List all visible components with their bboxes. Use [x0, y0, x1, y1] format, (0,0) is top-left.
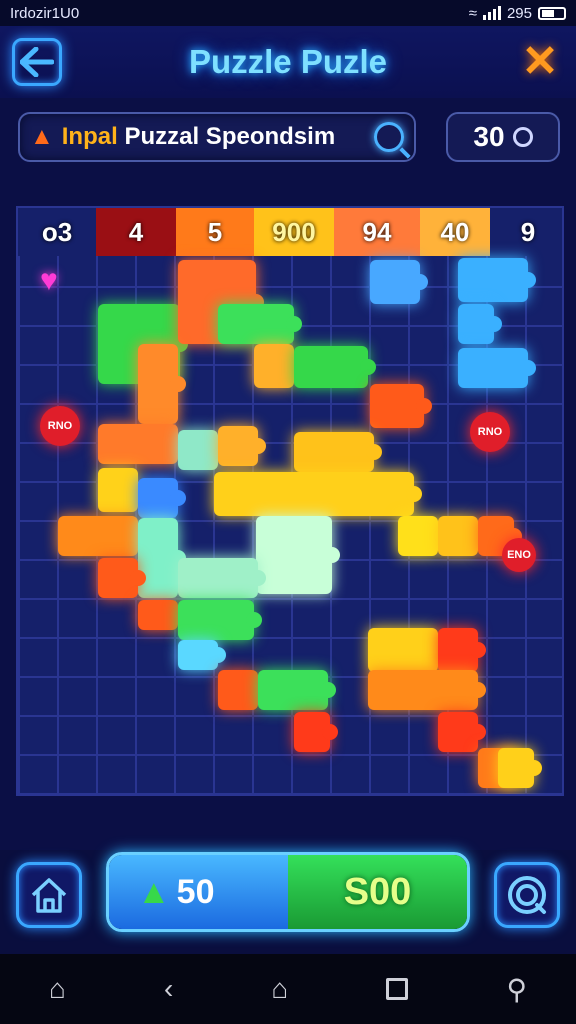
puzzle-piece[interactable]: [218, 304, 302, 344]
puzzle-piece[interactable]: [138, 600, 186, 630]
status-right-text: 295: [506, 4, 532, 22]
nav-home-icon[interactable]: ⌂: [49, 973, 66, 1005]
puzzle-piece[interactable]: [398, 516, 446, 556]
puzzle-piece[interactable]: [178, 558, 266, 598]
page-title: Puzzle Puzle: [188, 43, 388, 80]
puzzle-piece[interactable]: [498, 748, 542, 788]
puzzle-piece[interactable]: [58, 516, 146, 556]
home-button[interactable]: [16, 862, 82, 928]
header-cell-label: 900: [272, 216, 316, 247]
puzzle-piece[interactable]: [458, 348, 536, 388]
search-icon: [512, 127, 533, 147]
back-button[interactable]: [12, 38, 62, 86]
puzzle-piece[interactable]: [218, 670, 266, 710]
score-value: 30: [473, 121, 505, 152]
progress-right: S00: [288, 855, 467, 929]
status-icons: ≈ 295: [469, 5, 566, 22]
search-icon[interactable]: [374, 122, 404, 152]
puzzle-piece[interactable]: [214, 472, 422, 516]
splat-label: RNO: [477, 426, 503, 438]
nav-search-icon[interactable]: ⚲: [506, 973, 527, 1006]
splat-marker: ENO: [502, 538, 536, 572]
puzzle-piece[interactable]: [294, 432, 382, 472]
progress-bar: ▲ 50 S00: [106, 852, 470, 932]
signal-icon: [482, 6, 501, 20]
header-cell: 900: [254, 208, 334, 256]
search-text-prefix: Inpal: [61, 123, 118, 150]
progress-left: ▲ 50: [109, 855, 288, 929]
puzzle-piece[interactable]: [138, 478, 186, 518]
puzzle-piece[interactable]: [368, 670, 486, 710]
header-cell: 4: [96, 208, 176, 256]
progress-left-value: 50: [176, 872, 215, 911]
status-left-text: Irdozir1U0: [10, 4, 80, 22]
puzzle-piece[interactable]: [438, 628, 486, 672]
header-cell-label: 94: [362, 216, 392, 247]
target-button[interactable]: [494, 862, 560, 928]
header-cell-label: 4: [128, 216, 144, 247]
flame-icon: ▲: [30, 123, 54, 150]
splat-label: ENO: [507, 549, 531, 561]
puzzle-piece[interactable]: [256, 516, 340, 594]
header-cell: 94: [334, 208, 420, 256]
score-display[interactable]: 30: [446, 112, 560, 162]
battery-icon: [538, 6, 566, 20]
header-cell: 9: [490, 208, 562, 256]
wifi-icon: ≈: [468, 4, 477, 22]
status-bar: Irdozir1U0 ≈ 295: [0, 0, 576, 26]
leaf-icon: ▲: [137, 872, 171, 911]
puzzle-piece[interactable]: [368, 628, 446, 672]
puzzle-piece[interactable]: [138, 518, 186, 598]
puzzle-piece[interactable]: [458, 304, 502, 344]
puzzle-piece[interactable]: [294, 712, 338, 752]
splat-label: RNO: [47, 420, 73, 432]
system-nav-bar: ⌂ ‹ ⌂ ⚲: [0, 954, 576, 1024]
search-input[interactable]: ▲ Inpal Puzzal Speondsim: [18, 112, 416, 162]
puzzle-piece[interactable]: [438, 712, 486, 752]
splat-marker: RNO: [40, 406, 80, 446]
puzzle-piece[interactable]: [258, 670, 336, 710]
header-cell-label: 9: [520, 216, 536, 247]
bottom-bar: ▲ 50 S00: [0, 850, 576, 954]
puzzle-piece[interactable]: [98, 558, 146, 598]
puzzle-piece[interactable]: [178, 640, 226, 670]
puzzle-piece[interactable]: [98, 468, 146, 512]
arrow-left-icon: [20, 47, 54, 77]
search-text: Inpal Puzzal Speondsim: [62, 123, 335, 151]
nav-back-icon[interactable]: ‹: [164, 973, 173, 1005]
progress-right-value: S00: [343, 870, 412, 913]
puzzle-piece[interactable]: [178, 430, 226, 470]
header-cell-label: 40: [440, 216, 470, 247]
header-cell-label: o3: [41, 216, 73, 247]
puzzle-piece[interactable]: [458, 258, 536, 302]
header-cell: 5: [176, 208, 254, 256]
close-button[interactable]: ✕: [518, 40, 562, 84]
nav-home-circle-icon[interactable]: ⌂: [271, 973, 288, 1005]
heart-icon: ♥: [40, 264, 58, 297]
nav-recents-icon[interactable]: [386, 978, 409, 1000]
board-header: o3 4 5 900 94 40 9: [18, 208, 562, 256]
puzzle-piece[interactable]: [98, 424, 186, 464]
header: Puzzle Puzle ✕: [0, 26, 576, 98]
target-icon: [508, 876, 546, 914]
puzzle-piece[interactable]: [438, 516, 486, 556]
header-cell-label: 5: [207, 216, 223, 247]
splat-marker: RNO: [470, 412, 510, 452]
puzzle-piece[interactable]: [218, 426, 266, 466]
puzzle-board[interactable]: o3 4 5 900 94 40 9 ♥ RNO RNO ENO: [16, 206, 564, 796]
puzzle-piece[interactable]: [370, 260, 428, 304]
close-icon: ✕: [521, 37, 559, 86]
puzzle-piece[interactable]: [254, 344, 302, 388]
puzzle-piece[interactable]: [178, 600, 262, 640]
puzzle-piece[interactable]: [138, 344, 186, 424]
puzzle-piece[interactable]: [294, 346, 376, 388]
header-cell: o3: [18, 208, 96, 256]
search-text-rest: Puzzal Speondsim: [124, 123, 336, 150]
puzzle-piece[interactable]: [370, 384, 432, 428]
header-cell: 40: [420, 208, 490, 256]
home-icon: [31, 878, 67, 913]
